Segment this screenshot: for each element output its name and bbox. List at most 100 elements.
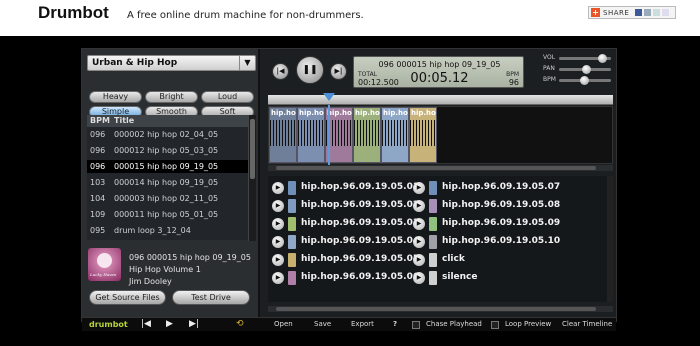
play-icon[interactable]: ▶ bbox=[413, 218, 425, 230]
play-icon[interactable]: ▶ bbox=[413, 236, 425, 248]
scroll-thumb[interactable] bbox=[276, 166, 596, 170]
timeline[interactable]: hip.ho hip.ho hip.ho hip.ho hip.ho hip.ho bbox=[268, 106, 613, 164]
plus-icon: + bbox=[591, 8, 600, 17]
slider-label: BPM bbox=[543, 76, 556, 83]
track-name: click bbox=[442, 254, 465, 264]
loop-icon[interactable]: ⟲ bbox=[236, 320, 244, 329]
rewind-button[interactable]: |◀ bbox=[272, 63, 289, 80]
clip-label: hip.ho bbox=[411, 109, 436, 117]
bottom-toolbar: drumbot |◀ ▶ ▶| ⟲ Open Save Export ? Cha… bbox=[82, 317, 616, 331]
filter-heavy-button[interactable]: Heavy bbox=[89, 91, 142, 103]
column-bpm[interactable]: BPM bbox=[90, 116, 110, 125]
play-icon[interactable]: ▶ bbox=[413, 182, 425, 194]
get-source-files-button[interactable]: Get Source Files bbox=[89, 290, 166, 305]
audio-file-icon bbox=[288, 217, 296, 231]
pause-button[interactable]: ❚❚ bbox=[296, 56, 324, 84]
timeline-ruler[interactable] bbox=[268, 95, 613, 105]
clear-timeline-button[interactable]: Clear Timeline bbox=[562, 320, 612, 328]
track-item[interactable]: ▶ hip.hop.96.09.19.05.01 bbox=[272, 180, 432, 196]
chase-playhead-checkbox[interactable] bbox=[412, 321, 420, 329]
track-item[interactable]: ▶ hip.hop.96.09.19.05.06 bbox=[272, 270, 432, 286]
track-item[interactable]: ▶ hip.hop.96.09.19.05.04 bbox=[272, 234, 432, 250]
filter-loud-button[interactable]: Loud bbox=[201, 91, 254, 103]
play-icon[interactable]: ▶ bbox=[272, 236, 284, 248]
play-icon[interactable]: ▶ bbox=[272, 254, 284, 266]
track-bin-vscrollbar[interactable] bbox=[607, 176, 613, 302]
audio-file-icon bbox=[288, 253, 296, 267]
print-icon[interactable] bbox=[644, 9, 652, 16]
waveform bbox=[298, 120, 324, 146]
loop-row[interactable]: 095 drum loop 3_12_04 bbox=[87, 224, 248, 237]
play-icon[interactable]: ▶ bbox=[413, 200, 425, 212]
column-title[interactable]: Title bbox=[114, 116, 134, 125]
loop-bpm: 095 bbox=[90, 226, 106, 235]
site-logo[interactable]: Drumbot bbox=[38, 3, 109, 23]
waveform bbox=[410, 120, 436, 146]
audio-file-icon bbox=[429, 181, 437, 195]
sequencer-panel: |◀ ❚❚ ▶| 096 000015 hip hop 09_19_05 TOT… bbox=[262, 49, 618, 317]
slider-knob[interactable] bbox=[582, 65, 591, 74]
prev-track-icon[interactable]: |◀ bbox=[141, 320, 151, 329]
next-track-icon[interactable]: ▶| bbox=[189, 320, 199, 329]
facebook-icon[interactable] bbox=[635, 9, 643, 16]
more-icon[interactable] bbox=[662, 9, 670, 16]
save-button[interactable]: Save bbox=[314, 320, 331, 328]
slider-knob[interactable] bbox=[579, 76, 589, 85]
loop-row[interactable]: 096 000012 hip hop 05_03_05 bbox=[87, 144, 248, 157]
track-name: hip.hop.96.09.19.05.09 bbox=[442, 218, 561, 228]
email-icon[interactable] bbox=[653, 9, 661, 16]
loop-title: 000014 hip hop 09_19_05 bbox=[114, 178, 219, 187]
open-button[interactable]: Open bbox=[274, 320, 293, 328]
audio-file-icon bbox=[288, 181, 296, 195]
track-bin-scrollbar[interactable] bbox=[268, 306, 613, 312]
timeline-scrollbar[interactable] bbox=[268, 165, 613, 171]
timeline-clip[interactable]: hip.ho bbox=[409, 107, 437, 163]
timeline-clip[interactable]: hip.ho bbox=[269, 107, 297, 163]
track-item[interactable]: ▶ hip.hop.96.09.19.05.02 bbox=[272, 198, 432, 214]
track-item[interactable]: ▶ hip.hop.96.09.19.05.08 bbox=[413, 198, 573, 214]
timeline-clip[interactable]: hip.ho bbox=[353, 107, 381, 163]
track-item[interactable]: ▶ silence bbox=[413, 270, 573, 286]
play-icon[interactable]: ▶ bbox=[272, 182, 284, 194]
track-item[interactable]: ▶ click bbox=[413, 252, 573, 268]
display-bpm-value: 96 bbox=[508, 78, 519, 87]
loop-row[interactable]: 104 000003 hip hop 02_11_05 bbox=[87, 192, 248, 205]
play-icon[interactable]: ▶ bbox=[272, 200, 284, 212]
loop-row[interactable]: 096 000002 hip hop 02_04_05 bbox=[87, 128, 248, 141]
share-button[interactable]: + SHARE bbox=[588, 6, 676, 19]
loop-row[interactable]: 109 000011 hip hop 05_01_05 bbox=[87, 208, 248, 221]
track-item[interactable]: ▶ hip.hop.96.09.19.05.09 bbox=[413, 216, 573, 232]
genre-select[interactable]: Urban & Hip Hop ▼ bbox=[87, 55, 256, 71]
playhead-marker[interactable] bbox=[323, 93, 335, 101]
test-drive-button[interactable]: Test Drive bbox=[172, 290, 250, 305]
forward-button[interactable]: ▶| bbox=[330, 63, 347, 80]
loop-bpm: 109 bbox=[90, 210, 106, 219]
loop-row[interactable]: 096 000015 hip hop 09_19_05 bbox=[87, 160, 248, 173]
filter-bright-button[interactable]: Bright bbox=[145, 91, 198, 103]
help-button[interactable]: ? bbox=[393, 320, 397, 328]
chevron-down-icon[interactable]: ▼ bbox=[239, 56, 255, 70]
export-button[interactable]: Export bbox=[351, 320, 374, 328]
now-playing-artist: Jim Dooley bbox=[129, 277, 172, 286]
track-item[interactable]: ▶ hip.hop.96.09.19.05.10 bbox=[413, 234, 573, 250]
play-icon[interactable]: ▶ bbox=[272, 272, 284, 284]
scroll-thumb[interactable] bbox=[276, 307, 596, 311]
loop-preview-checkbox[interactable] bbox=[491, 321, 499, 329]
scroll-thumb[interactable] bbox=[250, 119, 255, 179]
track-item[interactable]: ▶ hip.hop.96.09.19.05.03 bbox=[272, 216, 432, 232]
timeline-clip[interactable]: hip.ho bbox=[297, 107, 325, 163]
loop-row[interactable]: 103 000014 hip hop 09_19_05 bbox=[87, 176, 248, 189]
browser-panel: Urban & Hip Hop ▼ Heavy Bright Loud Simp… bbox=[82, 49, 260, 317]
timeline-clip[interactable]: hip.ho bbox=[381, 107, 409, 163]
track-item[interactable]: ▶ hip.hop.96.09.19.05.05 bbox=[272, 252, 432, 268]
track-item[interactable]: ▶ hip.hop.96.09.19.05.07 bbox=[413, 180, 573, 196]
play-icon[interactable]: ▶ bbox=[413, 272, 425, 284]
play-icon[interactable]: ▶ bbox=[272, 218, 284, 230]
loop-title: drum loop 3_12_04 bbox=[114, 226, 191, 235]
display-bpm-label: BPM bbox=[506, 71, 519, 78]
track-name: hip.hop.96.09.19.05.10 bbox=[442, 236, 561, 246]
loop-list-scrollbar[interactable] bbox=[248, 115, 256, 241]
play-icon[interactable]: ▶ bbox=[166, 320, 173, 329]
slider-knob[interactable] bbox=[598, 54, 608, 63]
play-icon[interactable]: ▶ bbox=[413, 254, 425, 266]
